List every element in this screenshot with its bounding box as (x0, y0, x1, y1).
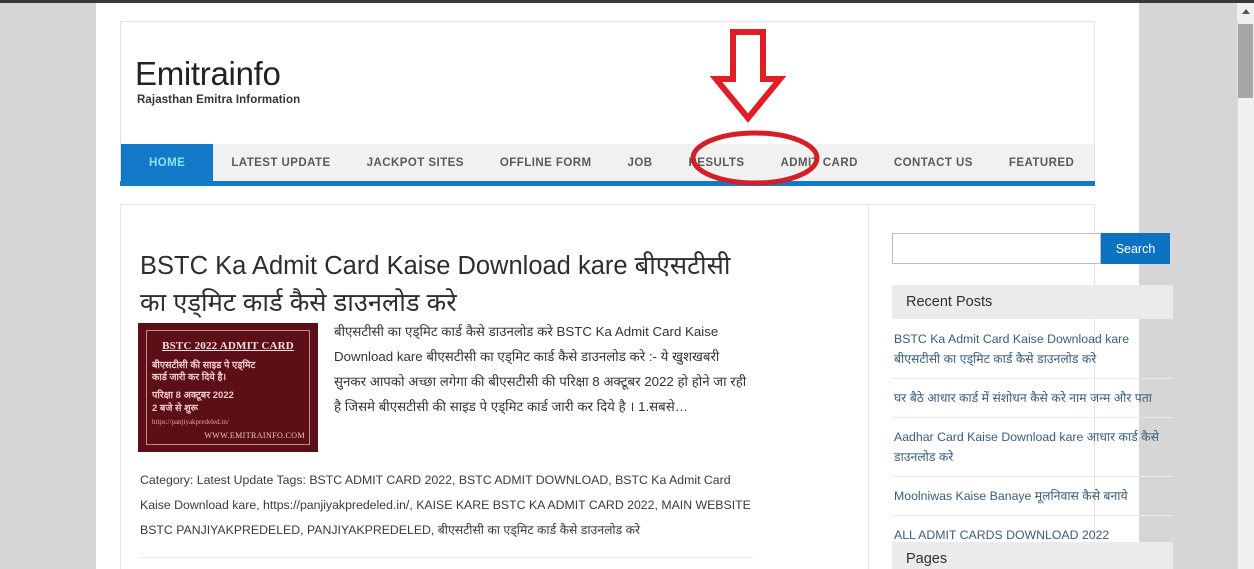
meta-tag[interactable]: BSTC ADMIT DOWNLOAD (459, 473, 608, 487)
post-excerpt: बीएसटीसी का एड्मिट कार्ड कैसे डाउनलोड कर… (334, 324, 747, 414)
main-navigation: HOME LATEST UPDATE JACKPOT SITES OFFLINE FO… (120, 144, 1095, 181)
recent-post-item[interactable]: BSTC Ka Admit Card Kaise Download kare ब… (892, 323, 1173, 379)
content-card: BSTC Ka Admit Card Kaise Download kare ब… (120, 204, 1173, 569)
vertical-scrollbar-thumb[interactable] (1238, 24, 1253, 98)
recent-post-item[interactable]: Moolniwas Kaise Banaye मूलनिवास कैसे बना… (892, 477, 1173, 516)
nav-item-featured[interactable]: FEATURED (991, 144, 1092, 181)
pages-widget-title: Pages (892, 542, 1173, 569)
nav-item-home[interactable]: HOME (121, 144, 214, 181)
nav-item-admit-card[interactable]: ADMIT CARD (763, 144, 876, 181)
nav-item-offline-form[interactable]: OFFLINE FORM (482, 144, 610, 181)
meta-tag[interactable]: KAISE KARE BSTC KA ADMIT CARD 2022 (416, 498, 654, 512)
nav-underline-bar (120, 181, 1095, 186)
sidebar: Search Recent Posts BSTC Ka Admit Card K… (870, 205, 1173, 569)
meta-category-label: Category: (140, 473, 194, 487)
site-logo[interactable]: Emitrainfo (135, 55, 281, 93)
meta-tag[interactable]: PANJIYAKPREDELED (307, 523, 431, 537)
post-thumbnail[interactable]: BSTC 2022 ADMIT CARD बीएसटीसी की साइड पे… (138, 323, 318, 452)
recent-posts-list: BSTC Ka Admit Card Kaise Download kare ब… (892, 323, 1173, 555)
vertical-scrollbar-track[interactable] (1237, 3, 1254, 569)
nav-item-jackpot-sites[interactable]: JACKPOT SITES (349, 144, 482, 181)
meta-tags-label: Tags: (276, 473, 306, 487)
recent-post-item[interactable]: Aadhar Card Kaise Download kare आधार कार… (892, 418, 1173, 477)
post-title[interactable]: BSTC Ka Admit Card Kaise Download kare ब… (140, 248, 760, 322)
article-column: BSTC Ka Admit Card Kaise Download kare ब… (121, 205, 869, 569)
thumbnail-line-4: 2 बजे से शुरू (152, 403, 198, 414)
nav-item-contact-us[interactable]: CONTACT US (876, 144, 991, 181)
meta-tag[interactable]: बीएसटीसी का एड्मिट कार्ड कैसे डाउनलोड कर… (438, 523, 640, 537)
search-form: Search (892, 233, 1173, 264)
nav-item-results[interactable]: RESULTS (671, 144, 763, 181)
scrollbar-up-arrow-icon[interactable] (1237, 3, 1254, 20)
thumbnail-url: https://panjiyakpredeled.in/ (152, 418, 229, 426)
recent-post-item[interactable]: घर बैठे आधार कार्ड में संशोधन कैसे करे न… (892, 379, 1173, 418)
site-header: Emitrainfo Rajasthan Emitra Information (120, 21, 1095, 144)
thumbnail-heading: BSTC 2022 ADMIT CARD (162, 340, 294, 352)
recent-posts-widget-title: Recent Posts (892, 285, 1173, 319)
meta-category-value[interactable]: Latest Update (197, 473, 274, 487)
meta-divider (140, 557, 755, 558)
thumbnail-line-3: परिक्षा 8 अक्टूबर 2022 (152, 390, 234, 401)
post-meta: Category: Latest Update Tags: BSTC ADMIT… (140, 473, 751, 537)
page-canvas: Emitrainfo Rajasthan Emitra Information … (96, 3, 1173, 569)
search-button[interactable]: Search (1101, 233, 1170, 264)
meta-tag[interactable]: https://panjiyakpredeled.in/ (263, 498, 409, 512)
site-tagline: Rajasthan Emitra Information (137, 94, 301, 106)
meta-tag[interactable]: BSTC ADMIT CARD 2022 (309, 473, 452, 487)
nav-item-latest-update[interactable]: LATEST UPDATE (213, 144, 348, 181)
nav-item-job[interactable]: JOB (610, 144, 671, 181)
thumbnail-site-watermark: WWW.EMITRAINFO.COM (204, 431, 305, 440)
thumbnail-line-2: कार्ड जारी कर दिये है। (152, 372, 227, 383)
browser-viewport: Emitrainfo Rajasthan Emitra Information … (0, 0, 1254, 569)
search-input[interactable] (892, 233, 1101, 264)
